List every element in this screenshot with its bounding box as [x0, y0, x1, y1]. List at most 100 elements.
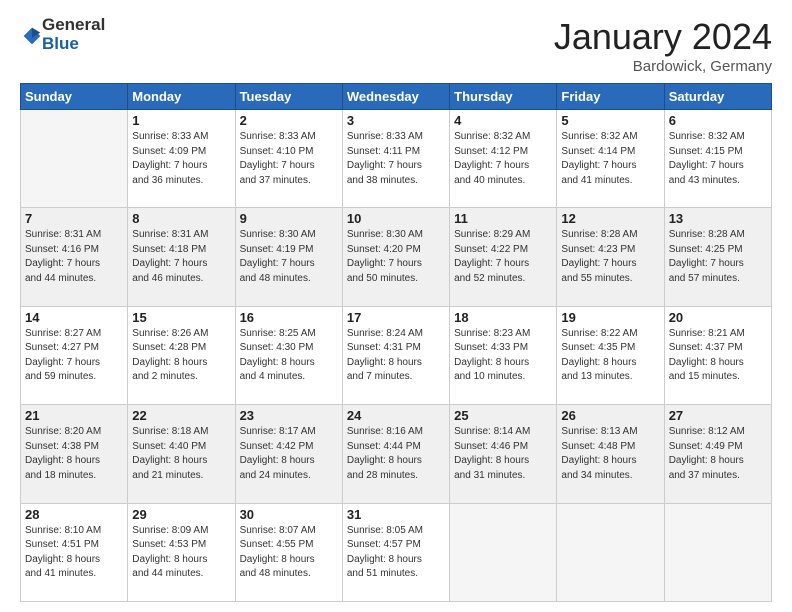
calendar-cell: 3 Sunrise: 8:33 AM Sunset: 4:11 PM Daylig… — [342, 110, 449, 208]
day-info: Sunrise: 8:33 AM Sunset: 4:09 PM Dayligh… — [132, 130, 230, 188]
day-number: 23 — [240, 408, 338, 423]
calendar-cell: 19 Sunrise: 8:22 AM Sunset: 4:35 PM Dayli… — [557, 306, 664, 404]
day-info: Sunrise: 8:33 AM Sunset: 4:11 PM Dayligh… — [347, 130, 445, 188]
logo-icon — [22, 26, 42, 46]
calendar-cell: 14 Sunrise: 8:27 AM Sunset: 4:27 PM Dayli… — [21, 306, 128, 404]
calendar-header-row: Sunday Monday Tuesday Wednesday Thursday… — [21, 84, 772, 110]
day-number: 21 — [25, 408, 123, 423]
calendar-cell: 2 Sunrise: 8:33 AM Sunset: 4:10 PM Daylig… — [235, 110, 342, 208]
calendar-week-4: 21 Sunrise: 8:20 AM Sunset: 4:38 PM Dayli… — [21, 405, 772, 503]
title-section: January 2024 Bardowick, Germany — [554, 16, 772, 75]
day-info: Sunrise: 8:31 AM Sunset: 4:18 PM Dayligh… — [132, 228, 230, 286]
day-number: 12 — [561, 211, 659, 226]
day-number: 18 — [454, 310, 552, 325]
col-sunday: Sunday — [21, 84, 128, 110]
calendar-cell: 1 Sunrise: 8:33 AM Sunset: 4:09 PM Daylig… — [128, 110, 235, 208]
calendar-table: Sunday Monday Tuesday Wednesday Thursday… — [20, 83, 772, 602]
calendar-cell — [557, 503, 664, 601]
day-number: 3 — [347, 113, 445, 128]
logo-general: General — [42, 16, 105, 35]
day-info: Sunrise: 8:13 AM Sunset: 4:48 PM Dayligh… — [561, 425, 659, 483]
day-number: 30 — [240, 507, 338, 522]
day-number: 25 — [454, 408, 552, 423]
calendar-cell: 25 Sunrise: 8:14 AM Sunset: 4:46 PM Dayli… — [450, 405, 557, 503]
day-number: 27 — [669, 408, 767, 423]
day-number: 10 — [347, 211, 445, 226]
location: Bardowick, Germany — [554, 58, 772, 75]
calendar-cell: 11Sunrise: 8:29 AM Sunset: 4:22 PM Dayli… — [450, 208, 557, 306]
day-info: Sunrise: 8:14 AM Sunset: 4:46 PM Dayligh… — [454, 425, 552, 483]
calendar-cell: 15Sunrise: 8:26 AM Sunset: 4:28 PM Dayli… — [128, 306, 235, 404]
day-info: Sunrise: 8:32 AM Sunset: 4:12 PM Dayligh… — [454, 130, 552, 188]
calendar-cell: 18Sunrise: 8:23 AM Sunset: 4:33 PM Dayli… — [450, 306, 557, 404]
calendar-cell: 27 Sunrise: 8:12 AM Sunset: 4:49 PM Dayli… — [664, 405, 771, 503]
day-info: Sunrise: 8:27 AM Sunset: 4:27 PM Dayligh… — [25, 327, 123, 385]
header: General Blue January 2024 Bardowick, Ger… — [20, 16, 772, 75]
day-info: Sunrise: 8:16 AM Sunset: 4:44 PM Dayligh… — [347, 425, 445, 483]
day-number: 9 — [240, 211, 338, 226]
day-info: Sunrise: 8:28 AM Sunset: 4:23 PM Dayligh… — [561, 228, 659, 286]
day-number: 24 — [347, 408, 445, 423]
calendar-cell: 7 Sunrise: 8:31 AM Sunset: 4:16 PM Daylig… — [21, 208, 128, 306]
day-number: 1 — [132, 113, 230, 128]
calendar-cell — [21, 110, 128, 208]
calendar-cell: 17 Sunrise: 8:24 AM Sunset: 4:31 PM Dayli… — [342, 306, 449, 404]
day-info: Sunrise: 8:31 AM Sunset: 4:16 PM Dayligh… — [25, 228, 123, 286]
calendar-cell: 29Sunrise: 8:09 AM Sunset: 4:53 PM Dayli… — [128, 503, 235, 601]
calendar-cell: 8Sunrise: 8:31 AM Sunset: 4:18 PM Daylig… — [128, 208, 235, 306]
calendar-cell: 24 Sunrise: 8:16 AM Sunset: 4:44 PM Dayli… — [342, 405, 449, 503]
day-number: 28 — [25, 507, 123, 522]
day-number: 19 — [561, 310, 659, 325]
calendar-cell: 30 Sunrise: 8:07 AM Sunset: 4:55 PM Dayli… — [235, 503, 342, 601]
day-info: Sunrise: 8:30 AM Sunset: 4:19 PM Dayligh… — [240, 228, 338, 286]
month-title: January 2024 — [554, 16, 772, 58]
calendar-cell: 26 Sunrise: 8:13 AM Sunset: 4:48 PM Dayli… — [557, 405, 664, 503]
calendar-cell: 5 Sunrise: 8:32 AM Sunset: 4:14 PM Daylig… — [557, 110, 664, 208]
calendar-cell: 10Sunrise: 8:30 AM Sunset: 4:20 PM Dayli… — [342, 208, 449, 306]
calendar-cell: 20Sunrise: 8:21 AM Sunset: 4:37 PM Dayli… — [664, 306, 771, 404]
col-saturday: Saturday — [664, 84, 771, 110]
page: General Blue January 2024 Bardowick, Ger… — [0, 0, 792, 612]
day-number: 5 — [561, 113, 659, 128]
calendar-cell: 16 Sunrise: 8:25 AM Sunset: 4:30 PM Dayli… — [235, 306, 342, 404]
day-info: Sunrise: 8:25 AM Sunset: 4:30 PM Dayligh… — [240, 327, 338, 385]
day-number: 17 — [347, 310, 445, 325]
calendar-cell — [664, 503, 771, 601]
calendar-cell: 31Sunrise: 8:05 AM Sunset: 4:57 PM Dayli… — [342, 503, 449, 601]
col-tuesday: Tuesday — [235, 84, 342, 110]
day-info: Sunrise: 8:22 AM Sunset: 4:35 PM Dayligh… — [561, 327, 659, 385]
day-info: Sunrise: 8:28 AM Sunset: 4:25 PM Dayligh… — [669, 228, 767, 286]
logo: General Blue — [20, 16, 105, 53]
col-friday: Friday — [557, 84, 664, 110]
calendar-cell: 21 Sunrise: 8:20 AM Sunset: 4:38 PM Dayli… — [21, 405, 128, 503]
day-info: Sunrise: 8:20 AM Sunset: 4:38 PM Dayligh… — [25, 425, 123, 483]
calendar-cell: 4 Sunrise: 8:32 AM Sunset: 4:12 PM Daylig… — [450, 110, 557, 208]
col-thursday: Thursday — [450, 84, 557, 110]
day-info: Sunrise: 8:24 AM Sunset: 4:31 PM Dayligh… — [347, 327, 445, 385]
calendar-cell: 9 Sunrise: 8:30 AM Sunset: 4:19 PM Daylig… — [235, 208, 342, 306]
day-number: 4 — [454, 113, 552, 128]
day-number: 26 — [561, 408, 659, 423]
day-number: 22 — [132, 408, 230, 423]
day-info: Sunrise: 8:12 AM Sunset: 4:49 PM Dayligh… — [669, 425, 767, 483]
day-number: 31 — [347, 507, 445, 522]
calendar-cell: 13Sunrise: 8:28 AM Sunset: 4:25 PM Dayli… — [664, 208, 771, 306]
day-info: Sunrise: 8:32 AM Sunset: 4:14 PM Dayligh… — [561, 130, 659, 188]
day-number: 6 — [669, 113, 767, 128]
day-number: 7 — [25, 211, 123, 226]
day-info: Sunrise: 8:33 AM Sunset: 4:10 PM Dayligh… — [240, 130, 338, 188]
calendar-week-5: 28Sunrise: 8:10 AM Sunset: 4:51 PM Dayli… — [21, 503, 772, 601]
day-info: Sunrise: 8:18 AM Sunset: 4:40 PM Dayligh… — [132, 425, 230, 483]
day-info: Sunrise: 8:26 AM Sunset: 4:28 PM Dayligh… — [132, 327, 230, 385]
day-number: 14 — [25, 310, 123, 325]
calendar-cell: 12 Sunrise: 8:28 AM Sunset: 4:23 PM Dayli… — [557, 208, 664, 306]
logo-text: General Blue — [42, 16, 105, 53]
calendar-week-3: 14 Sunrise: 8:27 AM Sunset: 4:27 PM Dayli… — [21, 306, 772, 404]
day-number: 16 — [240, 310, 338, 325]
day-info: Sunrise: 8:21 AM Sunset: 4:37 PM Dayligh… — [669, 327, 767, 385]
day-number: 11 — [454, 211, 552, 226]
col-wednesday: Wednesday — [342, 84, 449, 110]
day-info: Sunrise: 8:07 AM Sunset: 4:55 PM Dayligh… — [240, 524, 338, 582]
day-info: Sunrise: 8:17 AM Sunset: 4:42 PM Dayligh… — [240, 425, 338, 483]
day-number: 2 — [240, 113, 338, 128]
